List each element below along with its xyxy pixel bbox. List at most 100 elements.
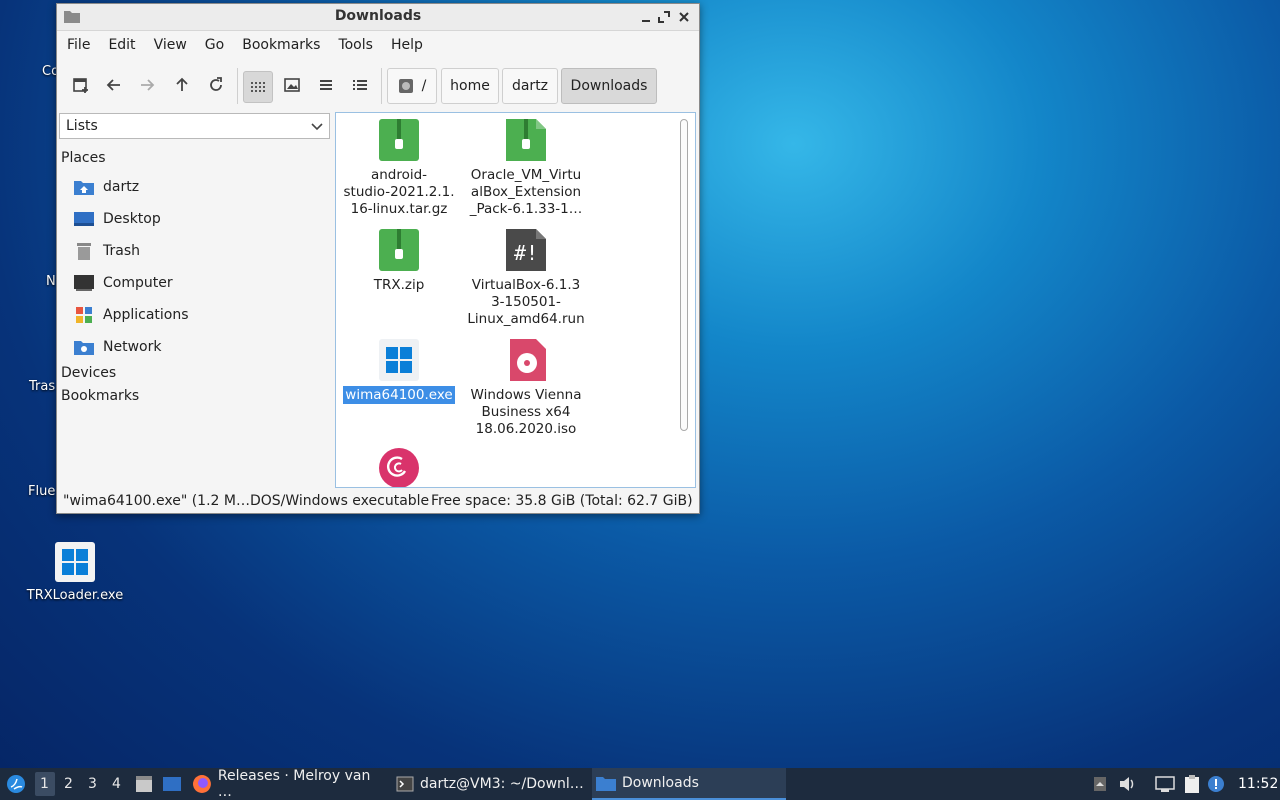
new-tab-button[interactable]	[67, 71, 95, 99]
file-item[interactable]: #! VirtualBox-6.1.3 3-150501- Linux_amd6…	[466, 229, 586, 328]
workspace-4[interactable]: 4	[112, 776, 121, 792]
menu-tools[interactable]: Tools	[338, 37, 373, 53]
place-label: Network	[103, 339, 162, 355]
path-home-button[interactable]: home	[441, 68, 499, 104]
speaker-icon	[1120, 777, 1134, 791]
place-label: dartz	[103, 179, 140, 195]
minimize-button[interactable]	[636, 7, 656, 27]
file-item[interactable]: android- studio-2021.2.1. 16-linux.tar.g…	[339, 119, 459, 218]
side-pane-selector[interactable]: Lists	[59, 113, 330, 139]
svg-text:#!: #!	[514, 241, 538, 265]
file-name: wima64100.exe	[343, 386, 455, 404]
status-free-space: Free space: 35.8 GiB (Total: 62.7 GiB)	[431, 493, 693, 509]
icon-view-button[interactable]	[243, 71, 273, 103]
path-downloads-button[interactable]: Downloads	[561, 68, 657, 104]
notification-tray-button[interactable]	[1206, 774, 1226, 794]
new-tab-icon	[73, 78, 88, 93]
clipboard-tray-button[interactable]	[1182, 774, 1202, 794]
close-button[interactable]	[674, 7, 694, 27]
desktop-icon-label[interactable]: Flue	[28, 484, 55, 499]
places-heading[interactable]: Places	[61, 150, 106, 166]
back-button[interactable]	[100, 71, 128, 99]
disc-image-icon	[506, 339, 546, 381]
task-firefox[interactable]: Releases · Melroy van …	[192, 768, 388, 800]
menu-bookmarks[interactable]: Bookmarks	[242, 37, 320, 53]
file-manager-window: Downloads File Edit View Go Bookmarks To…	[56, 3, 700, 514]
desktop-icon	[73, 209, 95, 229]
file-name: Oracle_VM_Virtu alBox_Extension _Pack-6.…	[469, 167, 583, 217]
start-menu-button[interactable]	[5, 773, 27, 795]
file-manager-launcher-icon	[136, 776, 152, 792]
file-item-selected[interactable]: wima64100.exe	[339, 339, 459, 404]
place-network[interactable]: Network	[73, 334, 161, 360]
file-view[interactable]: android- studio-2021.2.1. 16-linux.tar.g…	[335, 112, 696, 488]
clipboard-icon	[1185, 775, 1199, 793]
bookmarks-heading[interactable]: Bookmarks	[61, 388, 139, 404]
network-folder-icon	[73, 337, 95, 357]
status-bar: "wima64100.exe" (1.2 M…DOS/Windows execu…	[57, 489, 699, 513]
trash-icon	[73, 241, 95, 261]
tray-expand-button[interactable]	[1090, 774, 1110, 794]
place-desktop[interactable]: Desktop	[73, 206, 161, 232]
arrow-left-icon	[106, 79, 120, 91]
desktop-icon-label[interactable]: Tras	[29, 379, 55, 394]
title-bar[interactable]: Downloads	[57, 4, 699, 31]
task-label: Releases · Melroy van …	[217, 768, 371, 800]
detailed-view-button[interactable]	[346, 71, 374, 99]
place-label: Desktop	[103, 211, 161, 227]
workspace-3[interactable]: 3	[88, 776, 97, 792]
task-label: dartz@VM3: ~/Downl…	[420, 776, 584, 792]
path-root-button[interactable]: /	[387, 68, 437, 104]
image-icon	[284, 78, 300, 92]
devices-heading[interactable]: Devices	[61, 365, 116, 381]
script-icon: #!	[506, 229, 546, 271]
menu-edit[interactable]: Edit	[108, 37, 135, 53]
file-name: Windows Vienna Business x64 18.06.2020.i…	[470, 387, 582, 437]
menu-view[interactable]: View	[154, 37, 187, 53]
quicklaunch-files-button[interactable]	[162, 774, 182, 794]
file-item[interactable]: Oracle_VM_Virtu alBox_Extension _Pack-6.…	[466, 119, 586, 218]
clock[interactable]: 11:52	[1238, 776, 1278, 792]
lubuntu-logo-icon	[7, 775, 25, 793]
path-segment-label: /	[421, 78, 427, 94]
path-dartz-button[interactable]: dartz	[502, 68, 558, 104]
file-item[interactable]: Windows Vienna Business x64 18.06.2020.i…	[466, 339, 586, 438]
path-segment-label: dartz	[511, 78, 549, 94]
desktop-icon-label[interactable]: N	[46, 274, 56, 289]
reload-button[interactable]	[202, 71, 230, 99]
maximize-button[interactable]	[654, 7, 674, 27]
show-desktop-button[interactable]	[134, 774, 154, 794]
file-name: VirtualBox-6.1.3 3-150501- Linux_amd64.r…	[467, 277, 585, 327]
workspace-1[interactable]: 1	[40, 776, 49, 792]
file-item[interactable]	[339, 447, 459, 487]
desktop-icon-label: TRXLoader.exe	[26, 588, 124, 603]
task-label: Downloads	[622, 775, 699, 791]
place-label: Trash	[103, 243, 140, 259]
window-icon	[163, 777, 181, 791]
menu-go[interactable]: Go	[205, 37, 224, 53]
thumbnail-view-button[interactable]	[278, 71, 306, 99]
reload-icon	[210, 77, 222, 91]
task-terminal[interactable]: dartz@VM3: ~/Downl…	[396, 768, 586, 800]
menu-file[interactable]: File	[67, 37, 90, 53]
forward-button[interactable]	[133, 71, 161, 99]
place-applications[interactable]: Applications	[73, 302, 189, 328]
place-dartz[interactable]: dartz	[73, 174, 139, 200]
maximize-icon	[658, 11, 670, 23]
file-item[interactable]: TRX.zip	[339, 229, 459, 294]
archive-icon	[379, 119, 419, 161]
desktop-icon-trxloader[interactable]: TRXLoader.exe	[20, 542, 130, 603]
compact-view-button[interactable]	[312, 71, 340, 99]
home-folder-icon	[73, 177, 95, 197]
network-tray-button[interactable]	[1155, 774, 1175, 794]
workspace-2[interactable]: 2	[64, 776, 73, 792]
menu-help[interactable]: Help	[391, 37, 423, 53]
vertical-scrollbar[interactable]	[680, 119, 688, 431]
place-label: Computer	[103, 275, 173, 291]
volume-button[interactable]	[1118, 774, 1138, 794]
place-computer[interactable]: Computer	[73, 270, 173, 296]
up-button[interactable]	[168, 71, 196, 99]
task-downloads[interactable]: Downloads	[592, 768, 786, 800]
place-trash[interactable]: Trash	[73, 238, 140, 264]
debian-icon	[379, 447, 419, 487]
